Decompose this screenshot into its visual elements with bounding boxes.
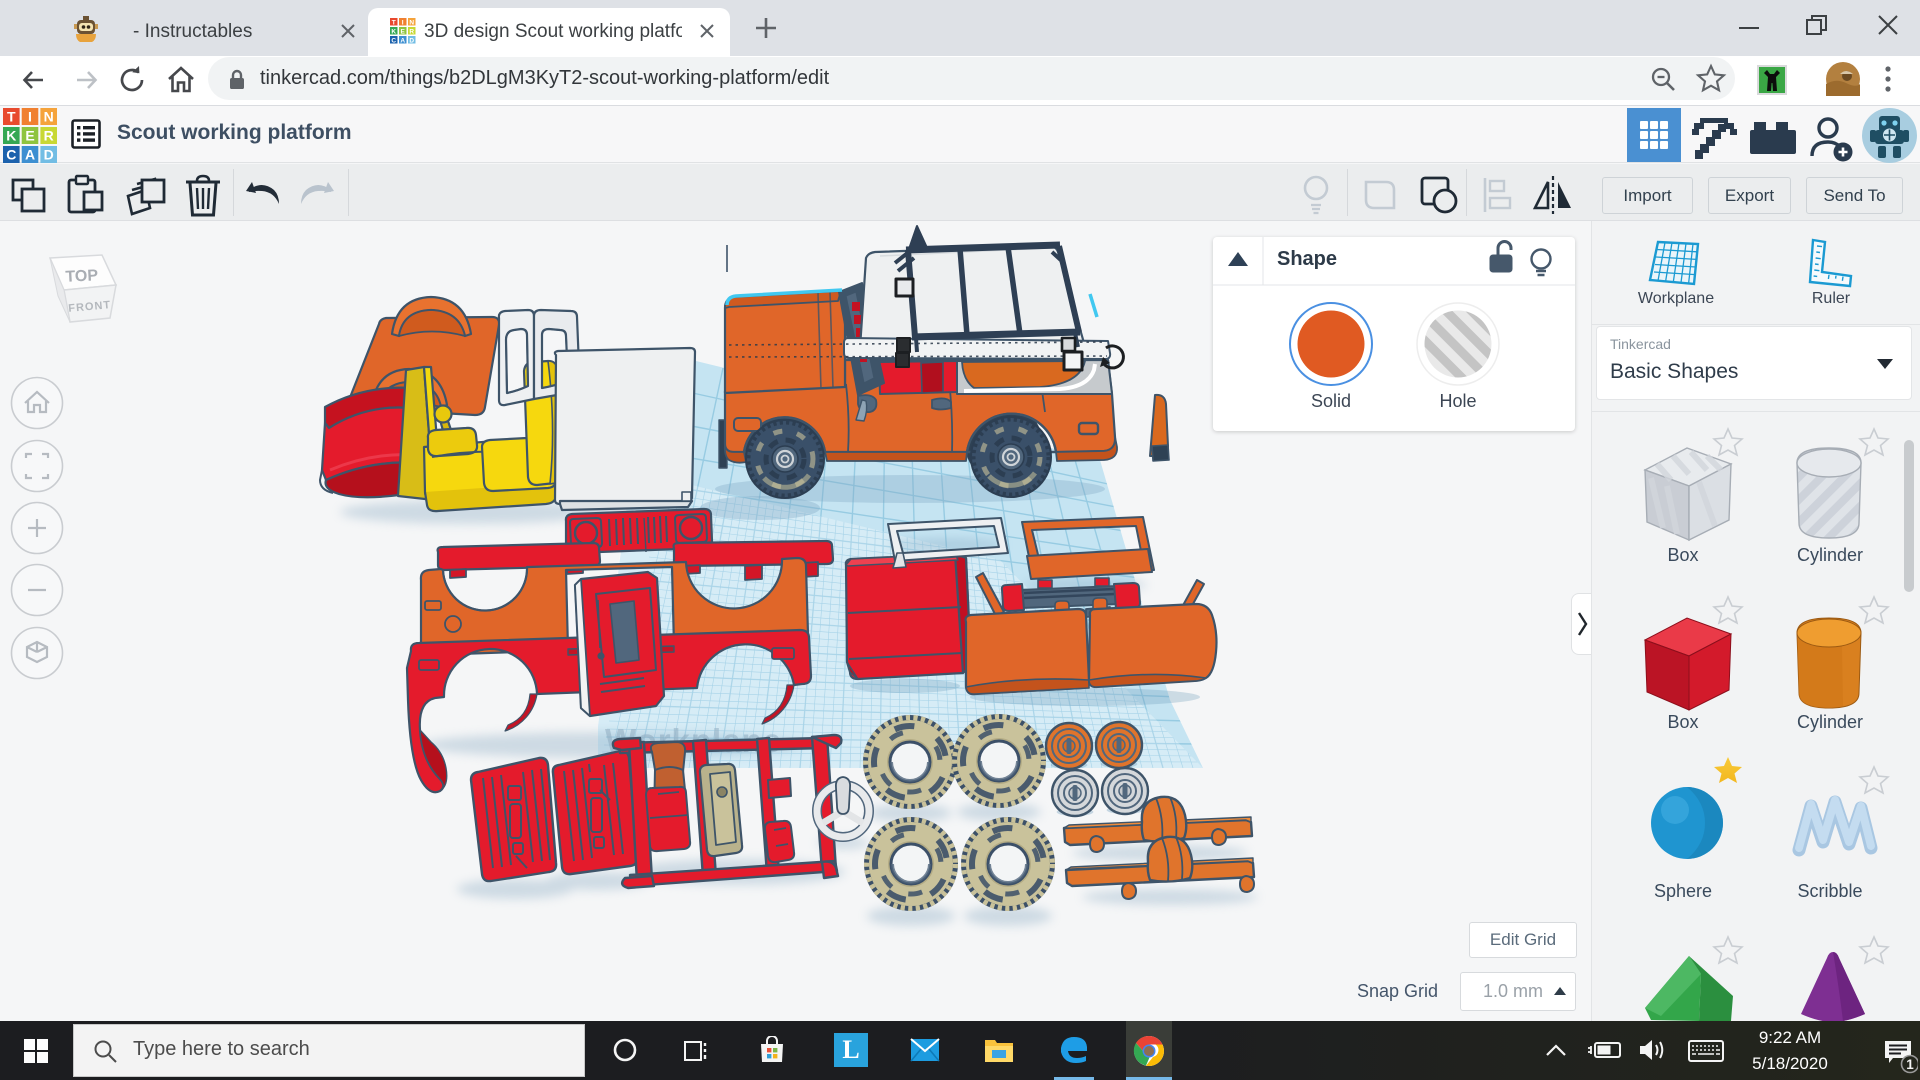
svg-text:TOP: TOP: [65, 267, 99, 286]
svg-text:1: 1: [1906, 1057, 1914, 1072]
